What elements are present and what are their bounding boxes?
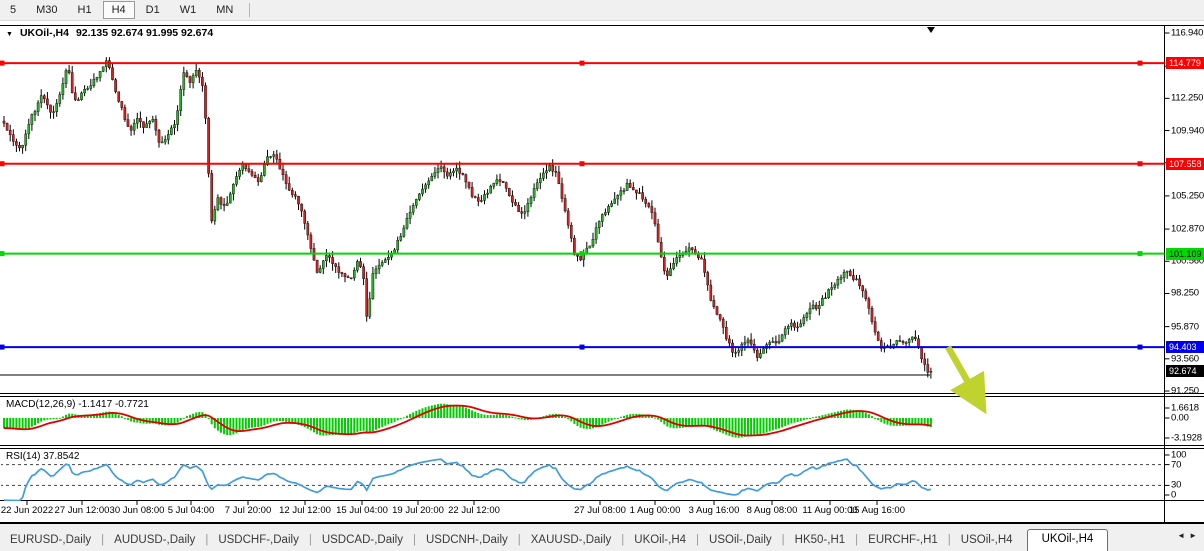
horizontal-line-114.779[interactable] — [0, 61, 1165, 66]
time-axis-label: 22 Jun 2022 — [1, 505, 53, 516]
tab-ukoil-h4-active[interactable]: UKOil-,H4 — [1027, 529, 1109, 551]
tab-eurusd-daily[interactable]: EURUSD-,Daily — [0, 531, 101, 551]
tab-usdchf-daily[interactable]: USDCHF-,Daily — [208, 531, 309, 551]
macd-axis-label: 0.00 — [1171, 413, 1189, 424]
rsi-plot — [0, 459, 1165, 500]
price-axis-label: 112.250 — [1171, 93, 1203, 104]
candlesticks — [3, 57, 932, 379]
time-axis-label: 1 Aug 00:00 — [630, 505, 681, 516]
macd-axis-label: -3.1928 — [1171, 433, 1202, 444]
tab-scroll-arrows: ◄► — [1177, 531, 1201, 540]
price-axis-label: 95.870 — [1171, 321, 1199, 332]
tab-usdcad-daily[interactable]: USDCAD-,Daily — [312, 531, 413, 551]
time-axis-label: 27 Jun 12:00 — [55, 505, 110, 516]
chart-canvas[interactable] — [0, 0, 1204, 551]
tab-audusd-daily[interactable]: AUDUSD-,Daily — [104, 531, 205, 551]
tab-scroll-left-icon[interactable]: ◄ — [1177, 531, 1189, 540]
price-axis-label: 91.250 — [1171, 386, 1199, 397]
horizontal-line-94.403[interactable] — [0, 345, 1165, 350]
price-axis-label: 102.870 — [1171, 224, 1204, 235]
price-tag-114.779: 114.779 — [1166, 57, 1204, 69]
time-axis-label: 30 Jun 08:00 — [110, 505, 165, 516]
time-axis-label: 15 Aug 16:00 — [849, 505, 905, 516]
mt4-window: 5M30H1H4D1W1MN ▼ UKOil-,H4 92.135 92.674… — [0, 0, 1204, 551]
tab-xauusd-daily[interactable]: XAUUSD-,Daily — [521, 531, 622, 551]
price-tag-101.109: 101.109 — [1166, 248, 1204, 260]
price-axis-label: 109.940 — [1171, 125, 1204, 136]
time-axis-label: 22 Jul 12:00 — [448, 505, 500, 516]
price-axis-label: 116.940 — [1171, 28, 1203, 39]
price-axis-label: 93.560 — [1171, 353, 1199, 364]
macd-indicator-label: MACD(12,26,9) -1.1417 -0.7721 — [6, 399, 149, 410]
time-axis-label: 3 Aug 16:00 — [689, 505, 740, 516]
symbol-name: UKOil-,H4 — [20, 27, 69, 39]
rsi-axis-label: 0 — [1171, 490, 1176, 501]
price-axis-label: 98.250 — [1171, 288, 1199, 299]
price-tag-92.674: 92.674 — [1166, 365, 1204, 377]
rsi-indicator-label: RSI(14) 37.8542 — [6, 451, 79, 462]
horizontal-line-101.109[interactable] — [0, 251, 1165, 256]
tab-usoil-daily[interactable]: USOil-,Daily — [699, 531, 782, 551]
symbol-dropdown-icon[interactable]: ▼ — [6, 31, 13, 38]
time-axis-label: 8 Aug 08:00 — [747, 505, 798, 516]
tab-hk50-h1[interactable]: HK50-,H1 — [785, 531, 856, 551]
rsi-axis-label: 70 — [1171, 459, 1181, 470]
time-axis-label: 15 Jul 04:00 — [336, 505, 388, 516]
drawn-arrow[interactable] — [948, 347, 980, 403]
chart-tab-bar: EURUSD-,Daily|AUDUSD-,Daily|USDCHF-,Dail… — [0, 524, 1204, 551]
time-axis-label: 12 Jul 12:00 — [279, 505, 331, 516]
price-axis-label: 105.250 — [1171, 190, 1204, 201]
chart-shift-marker-icon — [927, 27, 935, 33]
time-axis-label: 5 Jul 04:00 — [168, 505, 214, 516]
ohlc-values: 92.135 92.674 91.995 92.674 — [76, 27, 213, 39]
price-tag-107.558: 107.558 — [1166, 158, 1204, 170]
time-axis-label: 27 Jul 08:00 — [574, 505, 626, 516]
tab-usoil-h4[interactable]: USOil-,H4 — [951, 531, 1023, 551]
tab-eurchf-h1[interactable]: EURCHF-,H1 — [858, 531, 948, 551]
tab-usdcnh-daily[interactable]: USDCNH-,Daily — [416, 531, 518, 551]
time-axis-label: 7 Jul 20:00 — [225, 505, 271, 516]
tab-scroll-right-icon[interactable]: ► — [1189, 531, 1201, 540]
chart-title: ▼ UKOil-,H4 92.135 92.674 91.995 92.674 — [6, 27, 213, 39]
price-tag-94.403: 94.403 — [1166, 341, 1204, 353]
time-axis-label: 19 Jul 20:00 — [392, 505, 444, 516]
tab-ukoil-h4[interactable]: UKOil-,H4 — [624, 531, 696, 551]
horizontal-line-107.558[interactable] — [0, 161, 1165, 166]
